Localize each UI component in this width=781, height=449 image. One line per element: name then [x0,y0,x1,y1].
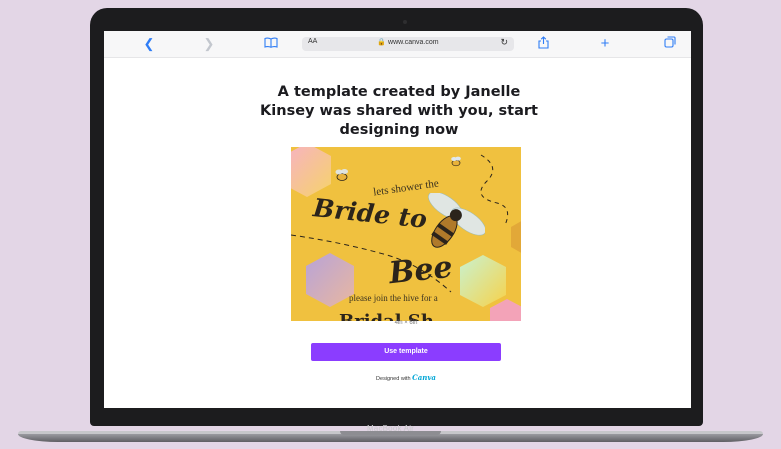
plus-icon[interactable]: + [596,36,614,52]
address-bar[interactable]: AA 🔒 www.canva.com ↻ [302,37,514,51]
browser-toolbar: ❮ ❯ AA 🔒 www.canva.com ↻ + [104,31,691,58]
bee-icon [335,169,348,181]
template-preview[interactable]: lets shower the Bride to Bee please join… [291,147,521,321]
use-template-button[interactable]: Use template [311,343,501,361]
designed-with: Designed with Canva [291,373,521,382]
canva-logo[interactable]: Canva [412,373,436,382]
laptop-notch [340,431,441,435]
url-text: 🔒 www.canva.com [377,39,439,46]
share-icon[interactable] [534,36,552,52]
designed-with-text: Designed with [376,376,411,382]
laptop-base [18,434,763,442]
bee-icon [451,156,461,167]
book-icon[interactable] [262,36,280,52]
tabs-icon[interactable] [661,36,679,52]
invite-text-line: please join the hive for a [349,293,438,303]
template-size: 4in × 6in [394,320,418,326]
reload-icon[interactable]: ↻ [500,37,508,48]
browser-window: ❮ ❯ AA 🔒 www.canva.com ↻ + A template cr… [104,31,691,408]
invite-title-line: Bee [387,249,455,292]
chevron-left-icon[interactable]: ❮ [140,36,158,52]
camera [403,20,407,24]
lock-icon: 🔒 [377,39,387,46]
chevron-right-icon[interactable]: ❯ [200,36,218,52]
page-headline: A template created by Janelle Kinsey was… [260,84,538,138]
